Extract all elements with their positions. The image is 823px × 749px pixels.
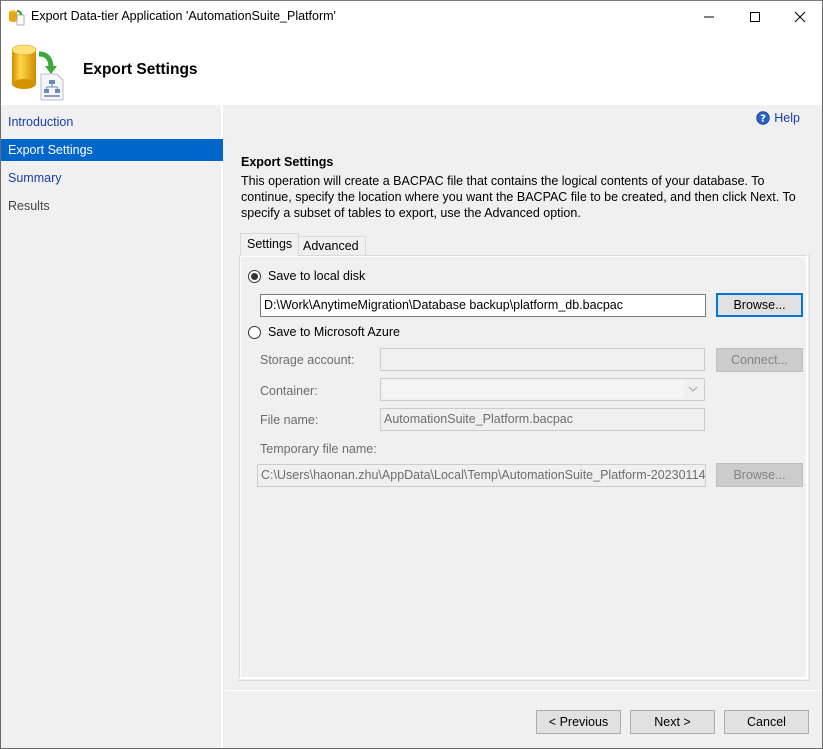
minimize-button[interactable] [686, 1, 732, 32]
close-button[interactable] [777, 1, 823, 32]
main-content: ? Help Export Settings This operation wi… [225, 105, 822, 690]
file-name-label: File name: [260, 413, 319, 427]
radio-checked-indicator [248, 269, 261, 283]
svg-text:?: ? [760, 114, 766, 125]
local-path-input[interactable]: D:\Work\AnytimeMigration\Database backup… [260, 294, 706, 317]
wizard-header: Export Settings [1, 32, 822, 105]
export-wizard-window: Export Data-tier Application 'Automation… [0, 0, 823, 749]
sidebar-item-introduction[interactable]: Introduction [1, 111, 223, 133]
wizard-steps-sidebar: Introduction Export Settings Summary Res… [1, 105, 223, 748]
browse-temp-button[interactable]: Browse... [716, 463, 803, 487]
storage-account-input[interactable] [380, 348, 705, 371]
maximize-icon [750, 11, 760, 22]
save-azure-label: Save to Microsoft Azure [268, 325, 401, 339]
sidebar-item-results: Results [8, 199, 50, 213]
temp-file-input[interactable]: C:\Users\haonan.zhu\AppData\Local\Temp\A… [257, 464, 706, 487]
file-name-input[interactable]: AutomationSuite_Platform.bacpac [380, 408, 705, 431]
app-icon [9, 10, 25, 26]
section-description: This operation will create a BACPAC file… [241, 174, 796, 220]
container-select[interactable] [380, 378, 705, 401]
chevron-down-icon [688, 386, 698, 392]
page-title: Export Settings [83, 61, 198, 78]
window-title: Export Data-tier Application 'Automation… [31, 9, 336, 23]
section-title: Export Settings [241, 155, 334, 169]
save-azure-radio[interactable]: Save to Microsoft Azure [248, 325, 400, 339]
previous-button[interactable]: < Previous [536, 710, 621, 734]
tab-settings[interactable]: Settings [240, 233, 300, 256]
help-icon: ? [756, 111, 770, 125]
title-bar: Export Data-tier Application 'Automation… [1, 1, 822, 32]
save-local-radio[interactable]: Save to local disk [248, 269, 365, 283]
help-link[interactable]: ? Help [756, 111, 800, 125]
temp-file-label: Temporary file name: [260, 442, 377, 456]
minimize-icon [704, 16, 714, 17]
storage-account-label: Storage account: [260, 353, 355, 367]
container-select-value [383, 381, 684, 398]
connect-button[interactable]: Connect... [716, 348, 803, 372]
container-label: Container: [260, 384, 318, 398]
save-local-label: Save to local disk [268, 269, 366, 283]
settings-tab-panel: Save to local disk D:\Work\AnytimeMigrat… [239, 255, 808, 679]
sidebar-item-export-settings[interactable]: Export Settings [1, 139, 223, 161]
sidebar-item-summary[interactable]: Summary [1, 167, 223, 189]
wizard-footer: < Previous Next > Cancel [225, 691, 822, 748]
help-label: Help [774, 111, 800, 125]
close-icon [794, 11, 806, 22]
tab-advanced[interactable]: Advanced [297, 236, 366, 256]
next-button[interactable]: Next > [630, 710, 715, 734]
maximize-button[interactable] [732, 1, 778, 32]
browse-local-button[interactable]: Browse... [716, 293, 803, 317]
cancel-button[interactable]: Cancel [724, 710, 809, 734]
radio-unchecked-indicator [248, 325, 261, 339]
database-export-icon [11, 44, 64, 101]
